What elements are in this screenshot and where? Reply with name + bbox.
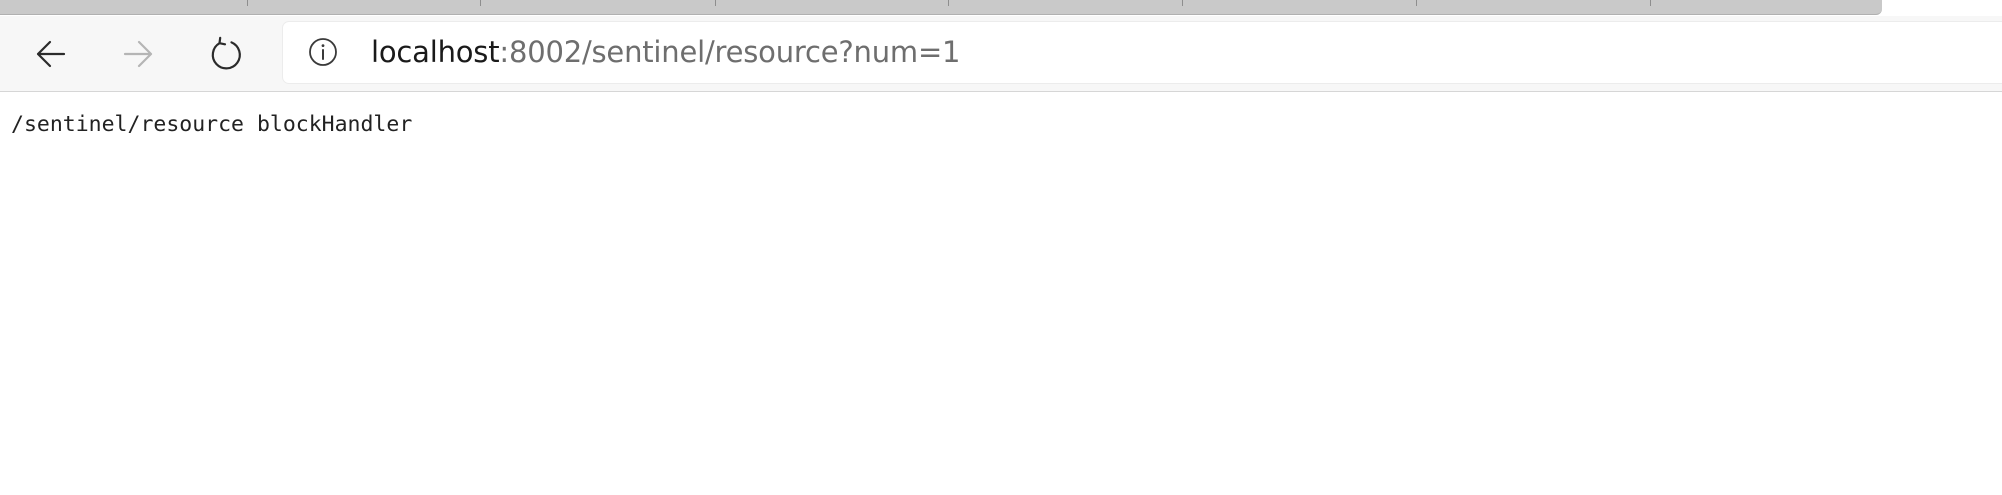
tab-strip-band xyxy=(0,0,1882,15)
url-text[interactable]: localhost:8002/sentinel/resource?num=1 xyxy=(371,35,961,69)
tab-separator xyxy=(480,0,481,6)
reload-button[interactable] xyxy=(198,26,254,82)
browser-toolbar: localhost:8002/sentinel/resource?num=1 xyxy=(0,16,2002,92)
back-button[interactable] xyxy=(23,26,79,82)
arrow-left-icon xyxy=(36,40,66,68)
tab-separator xyxy=(247,0,248,6)
forward-button[interactable] xyxy=(110,26,166,82)
site-info-button[interactable] xyxy=(307,36,339,68)
tab-separator xyxy=(948,0,949,6)
url-host: localhost xyxy=(371,35,500,69)
arrow-right-icon xyxy=(123,40,153,68)
page-body-text: /sentinel/resource blockHandler xyxy=(11,112,413,137)
address-bar[interactable]: localhost:8002/sentinel/resource?num=1 xyxy=(283,22,2002,83)
tab-separator xyxy=(1416,0,1417,6)
tab-separator xyxy=(1182,0,1183,6)
tab-separator xyxy=(715,0,716,6)
info-circle-icon xyxy=(309,38,337,66)
tab-strip xyxy=(0,0,2002,16)
refresh-icon xyxy=(211,36,241,70)
url-path: :8002/sentinel/resource?num=1 xyxy=(499,35,961,69)
page-content: /sentinel/resource blockHandler xyxy=(0,93,2002,495)
tab-separator xyxy=(1650,0,1651,6)
